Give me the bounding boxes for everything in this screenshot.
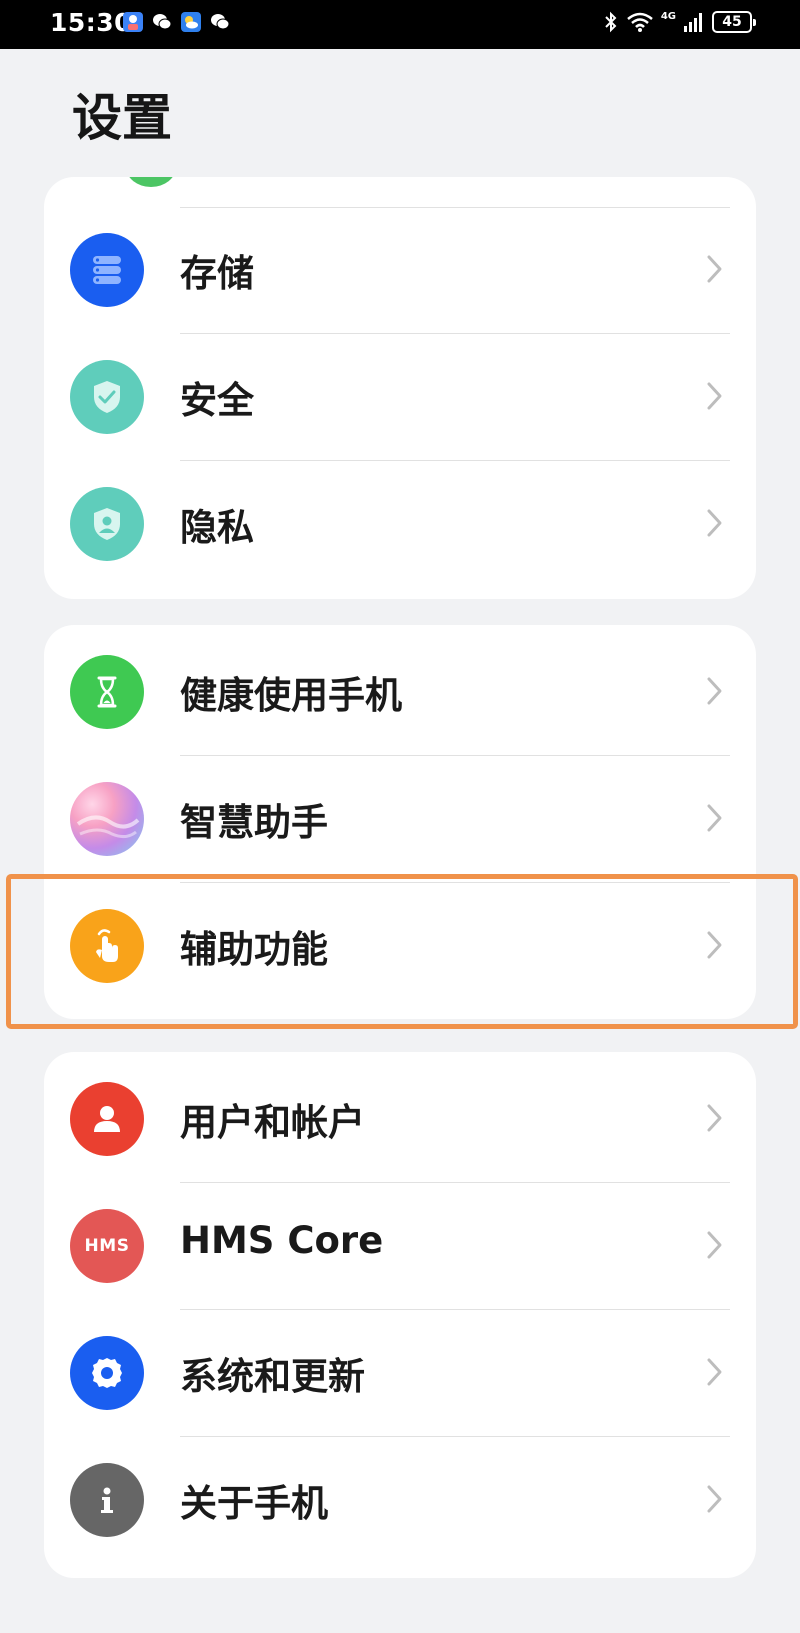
- storage-icon: [70, 233, 144, 307]
- settings-item-privacy[interactable]: 隐私: [44, 461, 756, 588]
- settings-item-storage[interactable]: 存储: [44, 207, 756, 334]
- settings-item-label: 存储: [180, 252, 254, 295]
- settings-item-label: 辅助功能: [180, 928, 328, 971]
- bluetooth-icon: [605, 11, 617, 33]
- settings-item-digital-balance[interactable]: 健康使用手机: [44, 629, 756, 756]
- settings-item-users-accounts[interactable]: 用户和帐户: [44, 1056, 756, 1183]
- hms-icon-text: HMS: [84, 1236, 130, 1256]
- hms-core-icon: HMS: [70, 1209, 144, 1283]
- network-type-label: 4G: [660, 11, 676, 22]
- chevron-right-icon: [707, 255, 722, 283]
- settings-item-label: HMS Core: [180, 1219, 384, 1262]
- hourglass-icon: [70, 655, 144, 729]
- settings-group-2: 健康使用手机 智慧助手 辅助功能: [44, 625, 756, 1019]
- settings-item-label: 用户和帐户: [180, 1101, 365, 1144]
- settings-group-3: 用户和帐户 HMS HMS Core 系统和更新 关于手机: [44, 1052, 756, 1578]
- chevron-right-icon: [707, 931, 722, 959]
- notification-icons: [122, 11, 231, 33]
- settings-item-label: 关于手机: [180, 1482, 328, 1525]
- wechat-icon: [211, 14, 230, 30]
- accessibility-hand-icon: [70, 909, 144, 983]
- chevron-right-icon: [707, 382, 722, 410]
- status-bar: 15:30 4G 45: [0, 0, 800, 49]
- settings-item-label: 健康使用手机: [180, 674, 402, 717]
- settings-group-1: 存储 安全 隐私: [44, 177, 756, 599]
- user-icon: [70, 1082, 144, 1156]
- wechat-icon: [153, 14, 172, 30]
- settings-item-security[interactable]: 安全: [44, 334, 756, 461]
- battery-icon: 45: [712, 11, 756, 33]
- smart-assistant-icon: [70, 782, 144, 856]
- settings-item-smart-assistant[interactable]: 智慧助手: [44, 756, 756, 883]
- settings-item-system-update[interactable]: 系统和更新: [44, 1310, 756, 1437]
- battery-level: 45: [722, 14, 742, 30]
- info-icon: [70, 1463, 144, 1537]
- page-title: 设置: [72, 89, 172, 147]
- status-time: 15:30: [50, 8, 133, 37]
- weather-icon: [181, 12, 201, 32]
- settings-item-label: 安全: [180, 379, 254, 422]
- partial-list-icon: [126, 177, 176, 187]
- gear-icon: [70, 1336, 144, 1410]
- settings-item-label: 智慧助手: [180, 801, 328, 844]
- settings-item-label: 隐私: [180, 506, 254, 549]
- chevron-right-icon: [707, 1104, 722, 1132]
- settings-item-accessibility[interactable]: 辅助功能: [44, 883, 756, 1010]
- settings-item-about-phone[interactable]: 关于手机: [44, 1437, 756, 1564]
- chevron-right-icon: [707, 509, 722, 537]
- system-status-icons: 4G 45: [603, 10, 756, 34]
- settings-item-label: 系统和更新: [180, 1355, 365, 1398]
- signal-icon: [684, 13, 702, 32]
- privacy-shield-icon: [70, 487, 144, 561]
- chevron-right-icon: [707, 1485, 722, 1513]
- wifi-icon: [627, 12, 653, 32]
- chevron-right-icon: [707, 804, 722, 832]
- chevron-right-icon: [707, 1358, 722, 1386]
- app-notification-icon: [123, 12, 143, 32]
- chevron-right-icon: [707, 1231, 722, 1259]
- security-shield-icon: [70, 360, 144, 434]
- settings-item-hms-core[interactable]: HMS HMS Core: [44, 1183, 756, 1310]
- chevron-right-icon: [707, 677, 722, 705]
